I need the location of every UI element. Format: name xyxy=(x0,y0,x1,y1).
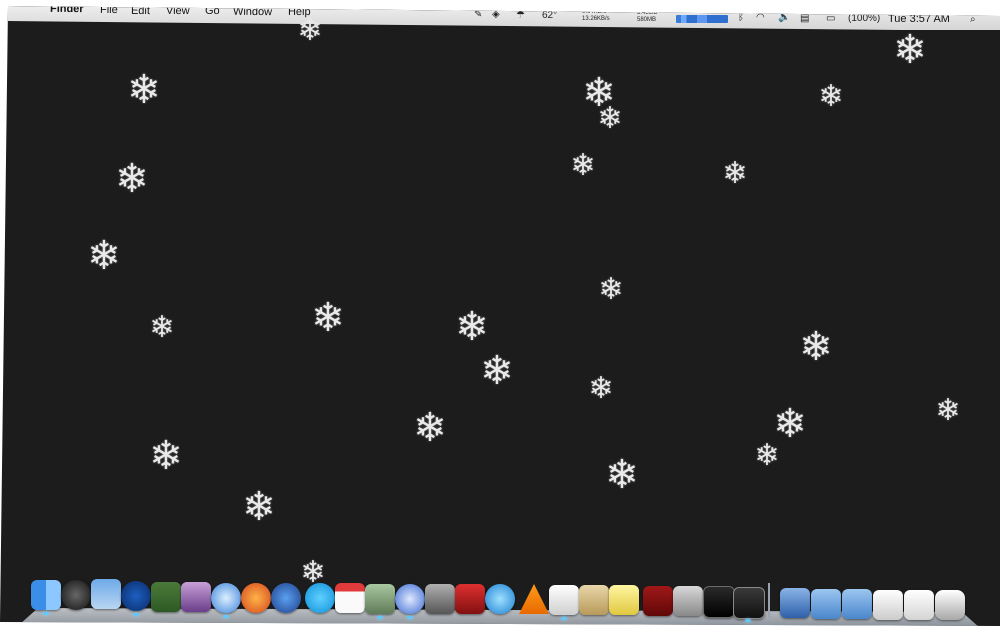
weather-icon[interactable]: ☂ xyxy=(516,10,525,21)
snowflake-icon: ❄ xyxy=(480,348,514,394)
menu-file[interactable]: File xyxy=(100,6,118,16)
activity-monitor-icon[interactable] xyxy=(703,586,735,618)
wifi-icon[interactable]: ◠ xyxy=(756,12,765,23)
snowflake-icon: ❄ xyxy=(754,438,780,473)
running-indicator xyxy=(377,616,383,619)
battery-icon[interactable]: ▭ xyxy=(826,13,835,24)
growl-icon[interactable]: ◈ xyxy=(492,9,500,20)
cpu-graph-icon[interactable] xyxy=(676,15,728,23)
snowflake-icon: ❄ xyxy=(588,371,614,406)
desktop-screen: Finder File Edit View Go Window Help ✎ ◈… xyxy=(0,6,1000,626)
menu-go[interactable]: Go xyxy=(205,6,220,17)
menu-window[interactable]: Window xyxy=(233,6,272,18)
system-preferences-icon[interactable] xyxy=(673,586,703,616)
stickies-icon[interactable] xyxy=(609,585,639,615)
notes-icon[interactable] xyxy=(579,585,609,615)
input-flag-icon[interactable]: ▤ xyxy=(800,13,809,24)
snowflake-icon: ❄ xyxy=(799,324,833,370)
quicktime-icon[interactable] xyxy=(485,584,515,614)
snowflake-icon: ❄ xyxy=(455,304,489,350)
dock xyxy=(0,568,1000,626)
photos-icon[interactable] xyxy=(181,582,211,612)
snowflake-icon: ❄ xyxy=(413,405,447,451)
imagecapture-icon[interactable] xyxy=(425,584,455,614)
preview-icon[interactable] xyxy=(151,582,181,612)
snowflake-icon: ❄ xyxy=(115,156,149,202)
battery-percent[interactable]: (100%) xyxy=(848,13,880,24)
automator-icon[interactable] xyxy=(271,583,301,613)
snowflake-icon: ❄ xyxy=(570,148,596,183)
mail-icon[interactable] xyxy=(91,579,121,609)
snowflake-icon: ❄ xyxy=(127,67,161,113)
documents-folder-icon[interactable] xyxy=(842,589,872,619)
snowflake-icon: ❄ xyxy=(722,156,748,191)
screenshots-stack-icon[interactable] xyxy=(873,590,903,620)
snowflake-icon: ❄ xyxy=(893,27,927,73)
snowflake-icon: ❄ xyxy=(598,272,624,307)
running-indicator xyxy=(223,615,229,618)
network-up-readout: 0.64KB/s xyxy=(582,9,607,15)
menu-edit[interactable]: Edit xyxy=(131,6,150,17)
snowflake-icon: ❄ xyxy=(605,452,639,498)
temperature-readout[interactable]: 62° xyxy=(542,10,557,21)
photobooth-icon[interactable] xyxy=(455,584,485,614)
trash-icon[interactable] xyxy=(935,590,965,620)
snowflake-icon: ❄ xyxy=(242,484,276,530)
snowflake-icon: ❄ xyxy=(935,393,961,428)
spotlight-search-icon[interactable]: ⌕ xyxy=(970,14,976,25)
running-indicator xyxy=(133,613,139,616)
memory-used-readout: 3.43GB xyxy=(637,10,658,16)
snowflake-icon: ❄ xyxy=(297,13,323,48)
finder-icon[interactable] xyxy=(31,580,61,610)
dashboard-icon[interactable] xyxy=(61,580,91,610)
bluetooth-icon[interactable]: ᛒ xyxy=(738,12,744,23)
dictionary-icon[interactable] xyxy=(643,586,673,616)
snowflake-icon: ❄ xyxy=(149,433,183,479)
memory-free-readout: 580MB xyxy=(637,17,657,23)
calendar-stack-icon[interactable] xyxy=(904,590,934,620)
running-indicator xyxy=(43,612,49,615)
script-menu-icon[interactable]: ✎ xyxy=(474,9,482,20)
app-name-menu[interactable]: Finder xyxy=(50,6,84,15)
firefox-icon[interactable] xyxy=(241,583,271,613)
snowflake-icon: ❄ xyxy=(311,295,345,341)
snowflake-icon: ❄ xyxy=(818,79,844,114)
dock-separator xyxy=(768,583,770,617)
menu-view[interactable]: View xyxy=(166,6,190,17)
volume-icon[interactable]: 🔈 xyxy=(778,12,790,23)
vlc-icon[interactable] xyxy=(519,584,549,614)
iphoto-icon[interactable] xyxy=(365,584,395,614)
skype-icon[interactable] xyxy=(305,583,335,613)
itunes-icon[interactable] xyxy=(395,584,425,614)
ical-icon[interactable] xyxy=(335,583,365,613)
snowflake-icon: ❄ xyxy=(87,233,121,279)
running-indicator xyxy=(407,616,413,619)
safari-icon[interactable] xyxy=(211,583,241,613)
textedit-icon[interactable] xyxy=(549,585,579,615)
snowflake-icon: ❄ xyxy=(149,310,175,345)
tweetie-icon[interactable] xyxy=(121,581,151,611)
menu-bar: Finder File Edit View Go Window Help ✎ ◈… xyxy=(8,6,1000,30)
applications-folder-icon[interactable] xyxy=(811,589,841,619)
menu-clock[interactable]: Tue 3:57 AM xyxy=(888,13,950,25)
terminal-icon[interactable] xyxy=(733,587,765,619)
downloads-stack-icon[interactable] xyxy=(780,588,810,618)
running-indicator xyxy=(745,619,751,622)
snowflake-icon: ❄ xyxy=(597,101,623,136)
running-indicator xyxy=(561,617,567,620)
network-down-readout: 13.26KB/s xyxy=(582,16,610,22)
